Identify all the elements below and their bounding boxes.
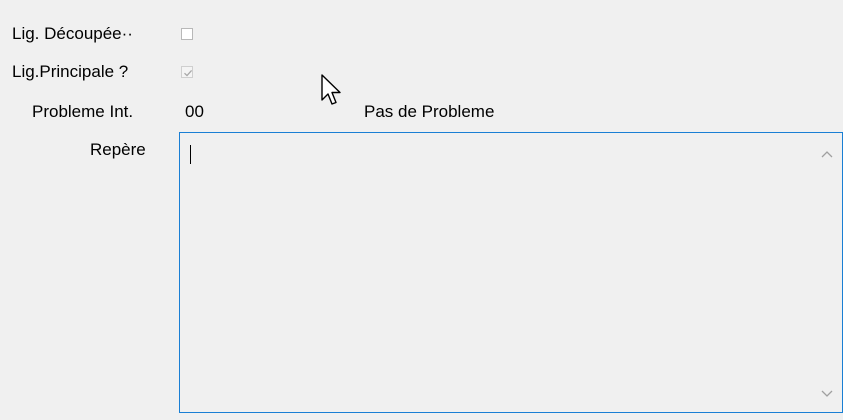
probleme-description: Pas de Probleme	[364, 102, 495, 121]
mouse-cursor-icon	[321, 74, 341, 105]
scroll-up-icon[interactable]	[821, 150, 833, 158]
check-icon	[184, 69, 193, 77]
memo-scrollbar[interactable]	[814, 133, 842, 412]
lig-decoupee-checkbox[interactable]	[181, 28, 193, 40]
repere-label: Repère	[90, 140, 146, 159]
lig-decoupee-label: Lig. Découpée··	[12, 24, 133, 43]
probleme-code-value: 00	[185, 102, 204, 121]
lig-principale-checkbox[interactable]	[181, 66, 193, 78]
scroll-down-icon[interactable]	[821, 390, 833, 398]
lig-principale-label: Lig.Principale ?	[12, 62, 129, 81]
probleme-int-label: Probleme Int.	[32, 102, 134, 121]
repere-memo-field[interactable]	[179, 132, 843, 413]
text-caret	[190, 145, 191, 164]
